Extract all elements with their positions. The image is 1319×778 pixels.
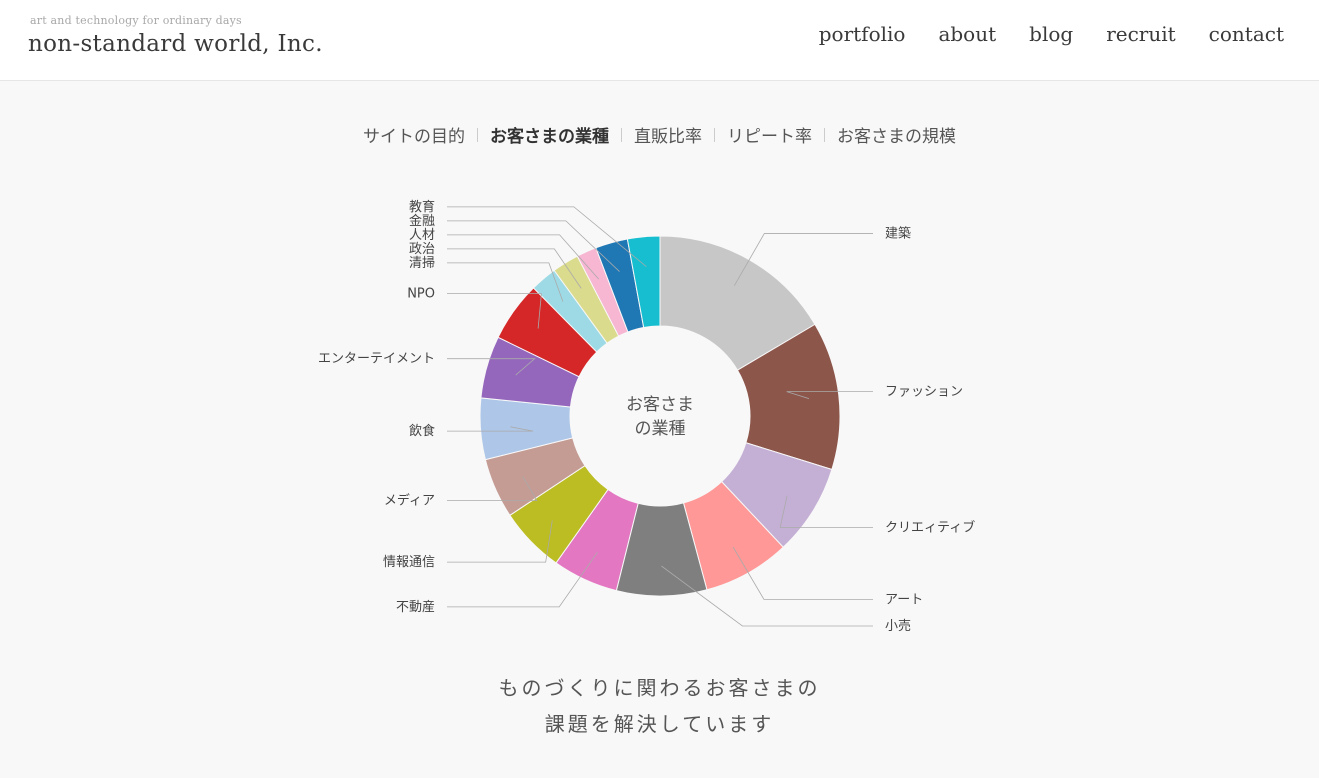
slice-label: クリエィティブ (885, 519, 975, 535)
slice-label: エンターテイメント (318, 352, 435, 367)
slice-label: 清掃 (409, 255, 435, 271)
caption-line: ものづくりに関わるお客さまの (498, 676, 821, 700)
slice-label: 建築 (885, 227, 911, 242)
slice-label: 教育 (409, 199, 435, 215)
slice-label: NPO (407, 287, 435, 302)
chart-center-label: お客さま (626, 395, 694, 415)
slice-label: 小売 (885, 618, 911, 634)
slice-label: メディア (384, 493, 435, 509)
chart-caption: ものづくりに関わるお客さまの 課題を解決しています (0, 670, 1319, 742)
slice-label: ファッション (885, 385, 963, 400)
slice-label: 政治 (409, 242, 435, 257)
slice-label: 金融 (409, 213, 435, 229)
industry-donut-chart: 建築ファッションクリエィティブアート小売 教育金融人材政治清掃 NPO エンターテイメ… (318, 199, 975, 634)
slice-label: 不動産 (396, 599, 435, 615)
chart-center-label: の業種 (635, 419, 686, 439)
caption-line: 課題を解決しています (544, 712, 775, 736)
slice-label: 人材 (409, 228, 435, 243)
slice-label: アート (885, 592, 923, 607)
slice-label: 情報通信 (383, 555, 435, 570)
slice-label: 飲食 (409, 423, 435, 439)
